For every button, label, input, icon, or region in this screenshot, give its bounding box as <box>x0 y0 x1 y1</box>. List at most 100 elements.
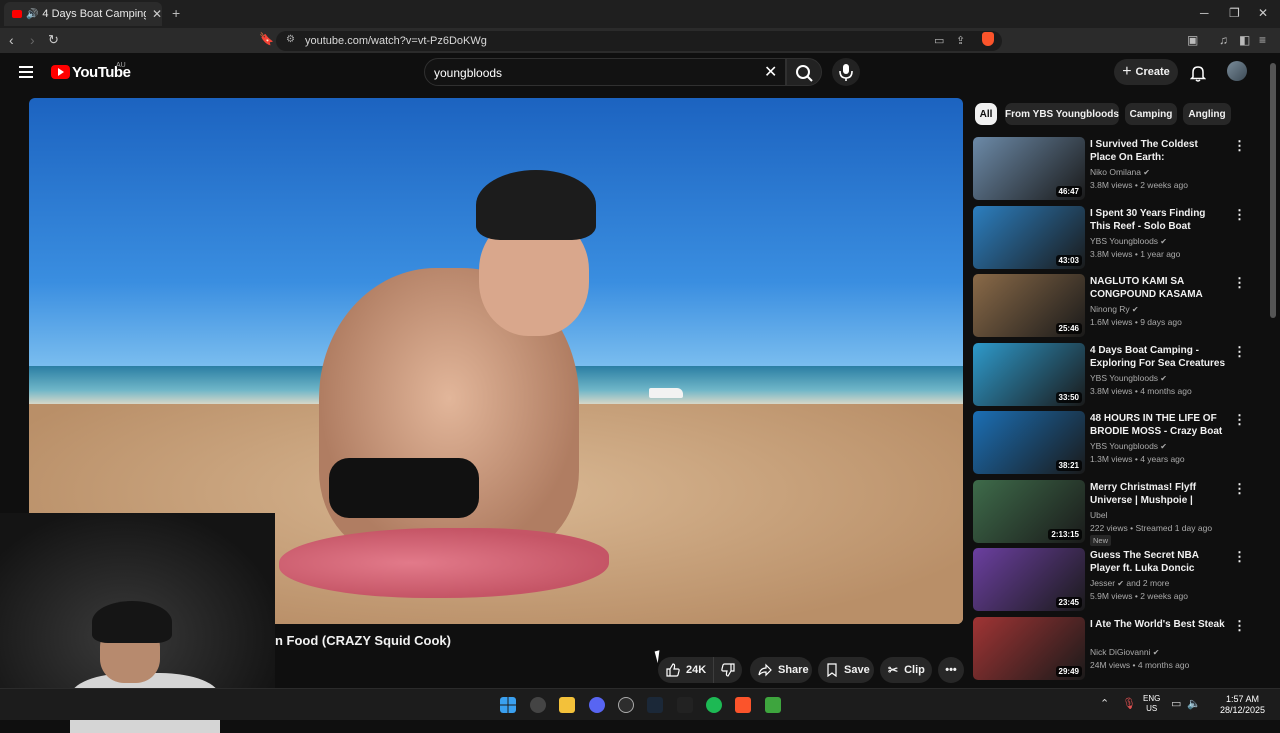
dislike-button[interactable] <box>714 657 742 683</box>
recommendation-title[interactable]: I Ate The World's Best Steak <box>1090 618 1226 631</box>
search-button[interactable] <box>786 58 822 86</box>
close-tab-icon[interactable]: ✕ <box>152 7 162 21</box>
spotify-icon[interactable] <box>706 697 722 713</box>
site-info-icon[interactable]: ⚙ <box>286 34 295 45</box>
channel-name[interactable]: Nick DiGiovanni <box>1090 647 1150 657</box>
more-actions-button[interactable]: ••• <box>938 657 964 683</box>
recommendation-item[interactable]: 25:46 NAGLUTO KAMI SA CONGPOUND KASAMA AN… <box>973 274 1273 340</box>
brave-shield-icon[interactable] <box>982 32 994 46</box>
recommendation-item[interactable]: 43:03 I Spent 30 Years Finding This Reef … <box>973 205 1273 272</box>
address-bar[interactable]: ⚙ youtube.com/watch?v=vt-Pz6DoKWg ▭ ⇪ <box>276 31 1002 51</box>
channel-name[interactable]: Ninong Ry <box>1090 304 1130 314</box>
guide-menu-icon[interactable] <box>19 66 33 78</box>
voice-search-button[interactable] <box>832 58 860 86</box>
recommendation-item[interactable]: 29:49 I Ate The World's Best Steak Nick Di… <box>973 616 1273 683</box>
plus-icon: + <box>1122 63 1132 80</box>
bookmark-icon[interactable]: 🔖 <box>259 32 274 46</box>
menu-icon[interactable]: ≡ <box>1259 33 1266 47</box>
file-explorer-icon[interactable] <box>559 697 575 713</box>
video-thumbnail[interactable]: 43:03 <box>973 205 1085 269</box>
channel-name[interactable]: Ubel <box>1090 510 1107 520</box>
channel-name[interactable]: YBS Youngbloods <box>1090 236 1158 246</box>
video-thumbnail[interactable]: 2:13:15 <box>973 479 1085 543</box>
back-icon[interactable]: ‹ <box>9 32 14 48</box>
network-icon[interactable]: ▭ <box>1171 697 1181 710</box>
youtube-logo-icon[interactable] <box>51 65 70 79</box>
video-thumbnail[interactable]: 23:45 <box>973 548 1085 611</box>
share-page-icon[interactable]: ⇪ <box>956 34 965 47</box>
video-thumbnail[interactable]: 29:49 <box>973 616 1085 680</box>
forward-icon[interactable]: › <box>30 32 35 48</box>
more-vertical-icon[interactable]: ⋮ <box>1233 549 1246 565</box>
more-vertical-icon[interactable]: ⋮ <box>1233 344 1246 360</box>
chip-camping[interactable]: Camping <box>1125 103 1177 125</box>
save-button[interactable]: Save <box>818 657 874 683</box>
video-thumbnail[interactable]: 33:50 <box>973 342 1085 406</box>
video-meta: 1.3M views • 4 years ago <box>1090 454 1185 464</box>
share-button[interactable]: Share <box>750 657 812 683</box>
video-thumbnail[interactable]: 38:21 <box>973 411 1085 474</box>
taskbar-app-2-icon[interactable] <box>677 697 693 713</box>
recommendation-title[interactable]: 4 Days Boat Camping - Exploring For Sea … <box>1090 344 1226 370</box>
account-avatar[interactable] <box>1227 61 1247 81</box>
channel-name[interactable]: Jesser <box>1090 578 1115 588</box>
more-vertical-icon[interactable]: ⋮ <box>1233 207 1246 223</box>
cast-icon[interactable]: ▭ <box>934 34 944 47</box>
language-indicator[interactable]: ENG US <box>1143 694 1160 714</box>
speaker-icon[interactable]: 🔊 <box>26 9 38 20</box>
recommendation-title[interactable]: I Survived The Coldest Place On Earth: A… <box>1090 138 1226 165</box>
recommendation-item[interactable]: 23:45 Guess The Secret NBA Player ft. Luk… <box>973 548 1273 614</box>
clip-button[interactable]: ✂ Clip <box>880 657 932 683</box>
recommendation-title[interactable]: I Spent 30 Years Finding This Reef - Sol… <box>1090 207 1226 234</box>
media-icon[interactable]: ♫ <box>1219 33 1228 47</box>
steam-icon[interactable] <box>647 697 663 713</box>
notifications-bell-icon[interactable] <box>1190 64 1206 82</box>
new-tab-button[interactable]: + <box>172 5 180 21</box>
recommendation-title[interactable]: NAGLUTO KAMI SA CONGPOUND KASAMA ANG ... <box>1090 275 1226 302</box>
recommendation-item[interactable]: 46:47 I Survived The Coldest Place On Ear… <box>973 137 1273 203</box>
browser-tab[interactable]: 🔊 4 Days Boat Camping & Catch ✕ <box>4 2 162 26</box>
video-duration: 25:46 <box>1055 323 1082 334</box>
taskbar-app-3-icon[interactable] <box>765 697 781 713</box>
minimize-icon[interactable]: ─ <box>1200 6 1209 20</box>
brave-browser-icon[interactable] <box>735 697 751 713</box>
recommendation-title[interactable]: 48 HOURS IN THE LIFE OF BRODIE MOSS - Cr… <box>1090 412 1226 439</box>
obs-icon[interactable] <box>618 697 634 713</box>
chip-angling[interactable]: Angling <box>1183 103 1231 125</box>
channel-name[interactable]: YBS Youngbloods <box>1090 373 1158 383</box>
create-button[interactable]: + Create <box>1114 59 1178 85</box>
video-meta: 3.8M views • 2 weeks ago <box>1090 180 1188 190</box>
windows-start-icon[interactable] <box>500 697 516 713</box>
video-thumbnail[interactable]: 25:46 <box>973 274 1085 337</box>
channel-name[interactable]: YBS Youngbloods <box>1090 441 1158 451</box>
reload-icon[interactable]: ↻ <box>48 32 59 48</box>
clear-search-icon[interactable]: ✕ <box>764 62 777 82</box>
recommendation-title[interactable]: Guess The Secret NBA Player ft. Luka Don… <box>1090 549 1226 575</box>
recommendation-item[interactable]: 33:50 4 Days Boat Camping - Exploring For… <box>973 342 1273 409</box>
tray-mic-icon[interactable]: 🎙 <box>1122 697 1136 710</box>
taskbar-app-icon[interactable] <box>530 697 546 713</box>
restore-icon[interactable]: ❐ <box>1229 6 1240 20</box>
more-vertical-icon[interactable]: ⋮ <box>1233 481 1246 497</box>
channel-name[interactable]: Niko Omilana <box>1090 167 1141 177</box>
close-window-icon[interactable]: ✕ <box>1258 6 1268 20</box>
more-vertical-icon[interactable]: ⋮ <box>1233 138 1246 154</box>
volume-icon[interactable]: 🔈 <box>1187 697 1201 710</box>
panel-icon[interactable]: ◧ <box>1239 33 1250 47</box>
recommendation-title[interactable]: Merry Christmas! Flyff Universe | Mushpo… <box>1090 481 1226 508</box>
video-thumbnail[interactable]: 46:47 <box>973 137 1085 200</box>
more-vertical-icon[interactable]: ⋮ <box>1233 618 1246 634</box>
search-input[interactable]: youngbloods ✕ <box>424 58 786 86</box>
chip-from-ybs[interactable]: From YBS Youngbloods <box>1005 103 1119 125</box>
discord-icon[interactable] <box>589 697 605 713</box>
sidebar-icon[interactable]: ▣ <box>1187 33 1198 47</box>
like-button[interactable]: 24K <box>658 657 714 683</box>
recommendation-item[interactable]: 2:13:15 Merry Christmas! Flyff Universe |… <box>973 479 1273 546</box>
clock[interactable]: 1:57 AM 28/12/2025 <box>1220 694 1265 716</box>
tray-overflow-icon[interactable]: ⌃ <box>1100 697 1109 710</box>
recommendation-item[interactable]: 38:21 48 HOURS IN THE LIFE OF BRODIE MOSS… <box>973 411 1273 477</box>
more-vertical-icon[interactable]: ⋮ <box>1233 275 1246 291</box>
chip-all[interactable]: All <box>975 103 997 125</box>
page-scrollbar[interactable] <box>1270 63 1276 318</box>
more-vertical-icon[interactable]: ⋮ <box>1233 412 1246 428</box>
